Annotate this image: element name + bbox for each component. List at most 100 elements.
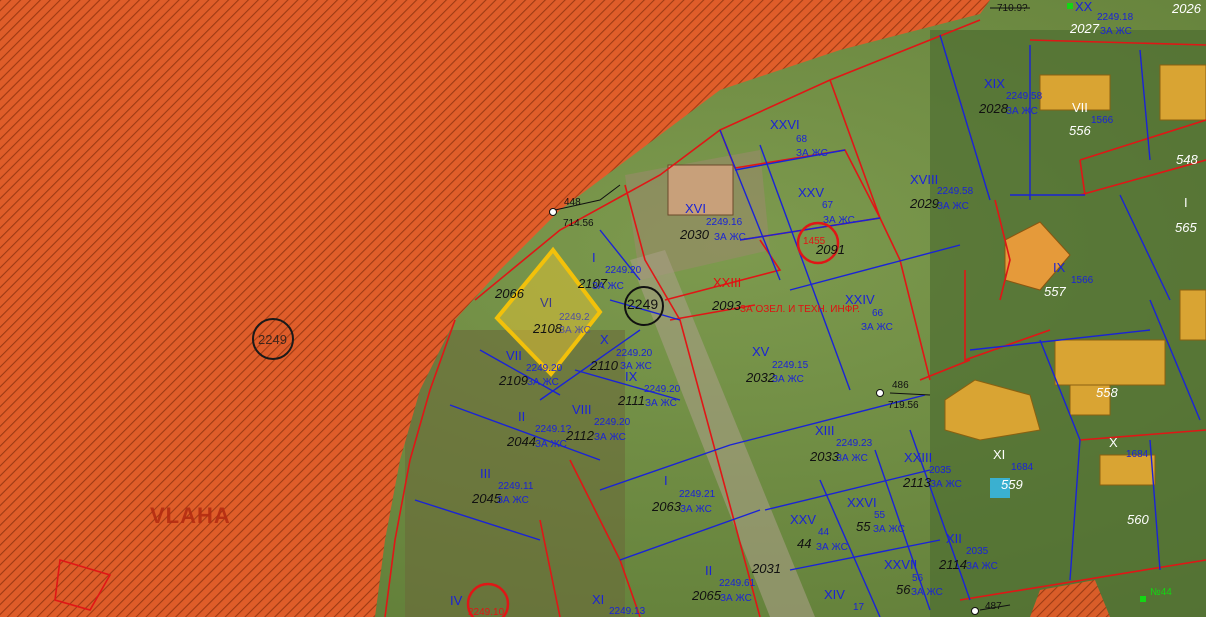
plot-use: ЗА ЖС	[873, 524, 905, 535]
plot-roman: I	[592, 250, 596, 265]
parcel-number: 2093	[712, 298, 741, 313]
plot-cad-label: 2249.2	[559, 312, 590, 323]
plot-number: 66	[872, 308, 884, 319]
plot-roman: VII	[1072, 100, 1088, 115]
parcel-number: 558	[1096, 385, 1118, 400]
plot-roman: XXIV	[845, 292, 875, 307]
plot-roman: XXIII	[904, 450, 933, 465]
plot-cad: 1684	[1126, 449, 1149, 460]
plot-use: ЗА ЖС	[714, 232, 746, 243]
plot-use: ЗА ЖС	[911, 587, 943, 598]
point-elev-label: 714.56	[563, 218, 594, 229]
circled-label: 2249.10	[468, 607, 505, 617]
plot-roman: IX	[1053, 260, 1066, 275]
plot-number: 2044	[507, 434, 536, 449]
plot-cad: 56	[912, 573, 924, 584]
plot-roman: IX	[625, 369, 638, 384]
plot-roman: II	[705, 563, 713, 578]
plot-use: ЗА ЖС	[966, 561, 998, 572]
plot-cad: 1566	[1091, 115, 1114, 126]
plot-roman: XXVI	[770, 117, 800, 132]
plot-cad: 2249.20	[605, 265, 642, 276]
parcel-number: 560	[1127, 512, 1149, 527]
plot-number: 44	[797, 536, 812, 551]
plot-cad: 2249.1?	[535, 424, 572, 435]
parcel-number: 2091	[816, 242, 845, 257]
plot-cad: 2249.20	[644, 384, 681, 395]
plot-use: ЗА ЖС	[772, 374, 804, 385]
point-id-label: 448	[564, 197, 581, 208]
point-id-label: 487	[985, 601, 1002, 612]
plot-cad: 1684	[1011, 462, 1034, 473]
plot-cad: 55	[874, 510, 886, 521]
plot-roman: XI	[592, 592, 605, 607]
plot-number: 559	[1001, 477, 1023, 492]
plot-roman: VII	[506, 348, 522, 363]
plot-cad: 2035	[929, 465, 952, 476]
plot-use: ЗА ЖС	[1100, 26, 1132, 37]
plot-number: 68	[796, 134, 808, 145]
plot-cad: 2249.20	[594, 417, 631, 428]
plot-roman: XVIII	[910, 172, 939, 187]
plot-roman: XXVI	[847, 495, 877, 510]
plot-number: 2114	[939, 557, 967, 572]
plot-use: ЗА ЖС	[680, 504, 712, 515]
plot-use: ЗА ЖС	[592, 281, 624, 292]
parcel-number: 2026	[1172, 1, 1201, 16]
plot-cad: 2249.18	[1097, 12, 1134, 23]
plot-cad: 2249.13	[609, 606, 646, 617]
point-id-label: 486	[892, 380, 909, 391]
plot-roman: X	[600, 332, 609, 347]
plot-roman: XIV	[824, 587, 845, 602]
plot-use: ЗА ЖС	[497, 495, 529, 506]
plot-roman: X	[1109, 435, 1118, 450]
plot-use: ЗА ЖС	[535, 439, 567, 450]
plot-roman-label: VI	[540, 295, 553, 310]
plot-roman: XII	[946, 531, 962, 546]
circled-label: 2249	[258, 332, 287, 347]
plot-number: 56	[896, 582, 911, 597]
plot-cad: 2035	[966, 546, 989, 557]
plot-use: ЗА ЖС	[1006, 106, 1038, 117]
plot-roman: XV	[752, 344, 770, 359]
plot-use: ЗА ЖС	[930, 479, 962, 490]
area-name-label: VLAHA	[150, 503, 231, 528]
plot-use: ЗА ЖС	[816, 542, 848, 553]
plot-number-label: 2108	[533, 321, 562, 336]
plot-number: 2027	[1070, 21, 1099, 36]
plot-use: ЗА ЖС	[836, 453, 868, 464]
plot-use: ЗА ЖС	[823, 215, 855, 226]
plot-number: 565	[1175, 220, 1197, 235]
red-use-label: ЗА ОЗЕЛ. И ТЕХН. ИНФР.	[740, 304, 860, 315]
plot-cad: 17	[853, 602, 865, 613]
point-elev-label: 710.9?	[997, 3, 1028, 14]
point-elev-label: 719.56	[888, 400, 919, 411]
plot-number: 557	[1044, 284, 1066, 299]
plot-cad: 2249.23	[836, 438, 873, 449]
plot-number: 2029	[910, 196, 939, 211]
circled-label: 2249	[627, 296, 659, 312]
plot-number: 2113	[903, 475, 931, 490]
plot-roman: XVI	[685, 201, 706, 216]
plot-cad: 2249.16	[706, 217, 743, 228]
plot-number: 556	[1069, 123, 1091, 138]
plot-use: ЗА ЖС	[861, 322, 893, 333]
plot-use: ЗА ЖС	[937, 201, 969, 212]
plot-cad: 2249.11	[498, 481, 534, 492]
cadastral-map[interactable]: VI 2108 2249.2 ЗА ЖС 448 714.56 486 719.…	[0, 0, 1206, 617]
plot-roman: III	[480, 466, 491, 481]
plot-roman: IV	[450, 593, 463, 608]
plot-number: 2063	[652, 499, 681, 514]
plot-use: ЗА ЖС	[594, 432, 626, 443]
plot-use-label: ЗА ЖС	[559, 325, 591, 336]
plot-number: 2110	[590, 358, 618, 373]
plot-roman: I	[664, 473, 668, 488]
plot-cad: 2249.58	[1006, 91, 1043, 102]
parcel-number: 548	[1176, 152, 1198, 167]
plot-cad: 2249.15	[772, 360, 809, 371]
plot-roman: XIII	[815, 423, 835, 438]
plot-number: 2111	[618, 393, 645, 408]
plot-roman: XXV	[798, 185, 825, 200]
plot-roman: VIII	[572, 402, 592, 417]
plot-number: 2028	[979, 101, 1008, 116]
